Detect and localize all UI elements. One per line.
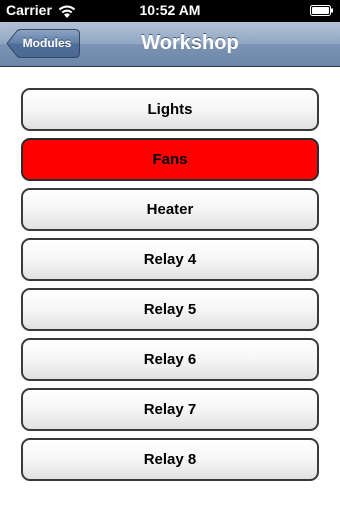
status-time: 10:52 AM — [139, 2, 201, 18]
relay-button-fans[interactable]: Fans — [21, 138, 319, 181]
relay-list: Lights Fans Heater Relay 4 Relay 5 Relay… — [21, 88, 319, 488]
navigation-bar: Modules Workshop — [0, 22, 340, 67]
status-bar: Carrier 10:52 AM — [0, 0, 340, 22]
relay-button-relay-7[interactable]: Relay 7 — [21, 388, 319, 431]
relay-button-relay-4[interactable]: Relay 4 — [21, 238, 319, 281]
relay-button-label: Heater — [146, 201, 194, 218]
relay-button-label: Relay 5 — [143, 301, 197, 318]
relay-button-lights[interactable]: Lights — [21, 88, 319, 131]
page-title: Workshop — [141, 32, 239, 54]
relay-button-relay-6[interactable]: Relay 6 — [21, 338, 319, 381]
relay-button-label: Relay 7 — [143, 401, 197, 418]
back-button-label: Modules — [22, 36, 72, 50]
relay-button-relay-5[interactable]: Relay 5 — [21, 288, 319, 331]
relay-button-label: Relay 8 — [143, 451, 197, 468]
relay-button-relay-8[interactable]: Relay 8 — [21, 438, 319, 481]
back-button[interactable]: Modules — [6, 29, 80, 58]
relay-button-label: Fans — [152, 151, 188, 168]
relay-button-label: Lights — [147, 101, 193, 118]
relay-button-label: Relay 6 — [143, 351, 197, 368]
relay-button-label: Relay 4 — [143, 251, 197, 268]
relay-button-heater[interactable]: Heater — [21, 188, 319, 231]
battery-icon — [310, 5, 333, 16]
